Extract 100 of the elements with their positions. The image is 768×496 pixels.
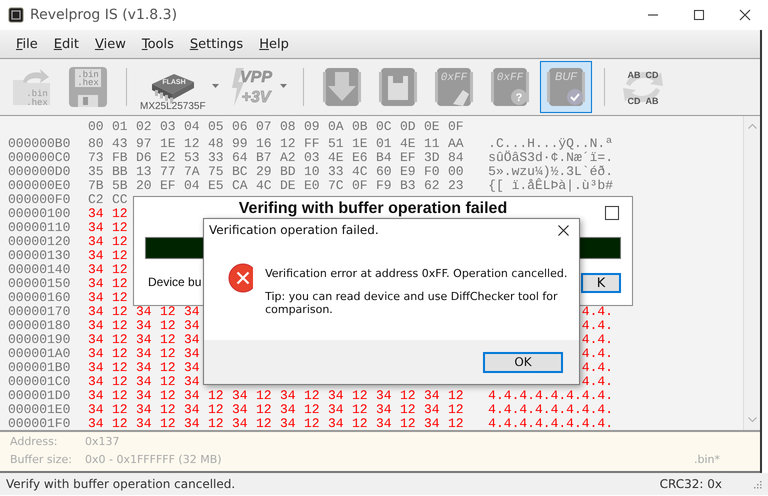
menu-item[interactable]: Edit xyxy=(46,36,88,52)
address-cell-text: 000001C0 xyxy=(8,375,72,389)
hex-cell-text: 34 xyxy=(280,417,297,430)
hex-cell-text: 4C xyxy=(352,165,369,179)
address-cell-text: 00000100 xyxy=(8,207,72,221)
address-cell-text: 00000190 xyxy=(8,333,72,347)
column-header: 05 xyxy=(208,119,225,136)
hex-cell-text: 33 xyxy=(328,165,345,179)
hex-cell-text: 12 xyxy=(160,361,177,375)
hex-cell-text: 12 xyxy=(160,375,177,389)
hex-cell-text: E6 xyxy=(352,151,369,165)
hex-cell-text: F9 xyxy=(376,179,393,193)
error-icon xyxy=(228,263,254,293)
hex-cell-text: 34 xyxy=(328,403,345,417)
column-header: 00 xyxy=(88,119,105,136)
error-message: Verification error at address 0xFF. Operation cancelled. xyxy=(265,267,568,280)
hex-cell-text: 34 xyxy=(280,403,297,417)
ascii-text: .C...H...ÿQ..N.ª xyxy=(488,137,613,151)
ok-button[interactable]: K xyxy=(581,273,621,293)
hex-cell-text: 34 xyxy=(184,305,201,319)
column-header: 0E xyxy=(424,119,441,136)
address-cell-text: 000000F0 xyxy=(8,193,72,207)
tip-text: Tip: you can read device and use DiffChecker tool for comparison. xyxy=(265,290,559,316)
hex-cell-text: BD xyxy=(280,165,297,179)
caret-icon[interactable] xyxy=(280,84,287,88)
hex-cell-text: 64 xyxy=(232,151,249,165)
progress-text: Device bu xyxy=(148,275,202,289)
menu-item[interactable]: Tools xyxy=(134,36,183,52)
file-name: .bin* xyxy=(694,453,721,467)
hex-cell-text: 12 xyxy=(112,221,129,235)
hex-cell-text: 12 xyxy=(400,403,417,417)
hex-cell-text: 12 xyxy=(112,417,129,430)
hex-cell-text: 34 xyxy=(88,333,105,347)
hex-cell-text: 12 xyxy=(352,417,369,430)
hex-cell-text: BC xyxy=(232,165,249,179)
menu-item[interactable]: Help xyxy=(252,36,298,52)
scroll-up-icon[interactable] xyxy=(748,124,756,129)
hex-cell-text: 34 xyxy=(376,417,393,430)
hex-cell-text: 34 xyxy=(88,221,105,235)
hex-cell-text: 12 xyxy=(160,403,177,417)
hex-cell-text: BB xyxy=(112,165,129,179)
hex-cell-text: 34 xyxy=(88,361,105,375)
hex-cell-text: 23 xyxy=(448,179,465,193)
hex-cell-text: 12 xyxy=(160,305,177,319)
caret-icon[interactable] xyxy=(212,84,219,88)
column-header: 08 xyxy=(280,119,297,136)
address-cell-text: 00000110 xyxy=(8,221,72,235)
checkbox[interactable] xyxy=(605,206,619,220)
hex-cell-text: 03 xyxy=(304,151,321,165)
crc-text: CRC32: 0x xyxy=(660,477,722,491)
ascii-text: 4.4. xyxy=(582,347,613,361)
hex-cell-text: 1E xyxy=(160,137,177,151)
hex-cell-text: 34 xyxy=(184,389,201,403)
hex-cell-text: 34 xyxy=(376,403,393,417)
address-cell-text: 00000140 xyxy=(8,263,72,277)
dialog-title: Verification operation failed. xyxy=(209,223,380,237)
hex-cell-text: 12 xyxy=(160,347,177,361)
hex-cell-text: 12 xyxy=(112,403,129,417)
hex-cell-text: 12 xyxy=(448,417,465,430)
hex-cell-text: E5 xyxy=(208,179,225,193)
hex-cell-text: 34 xyxy=(88,347,105,361)
app-logo-icon xyxy=(8,7,24,23)
menu-item[interactable]: View xyxy=(88,36,135,52)
hex-cell-text: 34 xyxy=(232,417,249,430)
hex-cell-text: 34 xyxy=(424,403,441,417)
hex-cell-text: 34 xyxy=(232,389,249,403)
hex-cell-text: 04 xyxy=(184,179,201,193)
hex-cell-text: 34 xyxy=(280,389,297,403)
column-header: 0D xyxy=(400,119,417,136)
hex-cell-text: 34 xyxy=(184,347,201,361)
address-cell-text: 00000150 xyxy=(8,277,72,291)
hex-cell-text: 4E xyxy=(328,151,345,165)
hex-cell-text: 12 xyxy=(448,403,465,417)
hex-cell-text: 34 xyxy=(88,277,105,291)
hex-cell-text: 34 xyxy=(136,333,153,347)
hex-cell-text: 12 xyxy=(304,417,321,430)
hex-cell-text: 34 xyxy=(184,361,201,375)
maximize-icon[interactable] xyxy=(693,9,705,21)
close-icon[interactable] xyxy=(558,224,569,236)
hex-cell-text: 34 xyxy=(184,333,201,347)
hex-cell-text: 34 xyxy=(136,361,153,375)
scroll-down-icon[interactable] xyxy=(748,417,756,422)
ascii-text: 4.4. xyxy=(582,333,613,347)
hex-cell-text: 34 xyxy=(88,417,105,430)
ok-button[interactable]: OK xyxy=(483,352,563,372)
hex-cell-text: 34 xyxy=(88,375,105,389)
hex-cell-text: 12 xyxy=(112,361,129,375)
address-cell-text: 00000120 xyxy=(8,235,72,249)
menu-item[interactable]: Settings xyxy=(182,36,252,52)
resize-grip-icon[interactable] xyxy=(752,479,762,489)
hex-cell-text: 34 xyxy=(136,403,153,417)
hex-cell-text: 5B xyxy=(112,179,129,193)
close-icon[interactable] xyxy=(739,9,751,21)
hex-cell-text: 12 xyxy=(112,305,129,319)
menu-item[interactable]: File xyxy=(9,36,47,52)
hex-cell-text: 10 xyxy=(304,165,321,179)
hex-cell-text: 53 xyxy=(184,151,201,165)
hex-cell-text: F0 xyxy=(424,165,441,179)
hex-cell-text: 34 xyxy=(376,389,393,403)
hex-cell-text: 12 xyxy=(112,207,129,221)
